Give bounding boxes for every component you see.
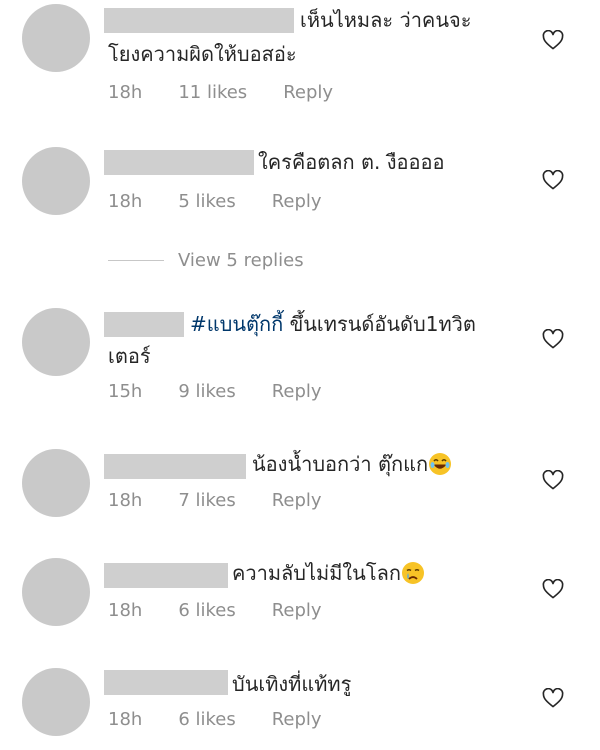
avatar[interactable]: [22, 308, 90, 376]
view-replies-button[interactable]: View 5 replies: [108, 250, 304, 271]
comment-likes[interactable]: 7 likes: [178, 490, 235, 512]
avatar[interactable]: [22, 558, 90, 626]
comment-meta: 15h 9 likes Reply: [108, 381, 358, 403]
view-replies-divider: [108, 260, 164, 261]
comment-time: 18h: [108, 82, 143, 103]
comment-time: 15h: [108, 381, 143, 402]
username-redacted[interactable]: [104, 8, 294, 33]
username-redacted[interactable]: [104, 670, 228, 695]
reply-button[interactable]: Reply: [272, 709, 322, 731]
avatar[interactable]: [22, 147, 90, 215]
comment-text-line: น้องน้ำบอกว่า ตุ๊กแก: [252, 452, 429, 476]
username-redacted[interactable]: [104, 150, 254, 175]
reply-button[interactable]: Reply: [272, 490, 322, 512]
comment-likes[interactable]: 5 likes: [178, 191, 235, 213]
comment-text: บันเทิงที่แท้ทรู: [232, 668, 351, 700]
comment-text: โยงความผิดให้บอสอ่ะ: [108, 38, 297, 70]
comment-time: 18h: [108, 490, 143, 511]
avatar[interactable]: [22, 668, 90, 736]
username-redacted[interactable]: [104, 312, 184, 337]
reply-button[interactable]: Reply: [272, 191, 322, 213]
comment-time: 18h: [108, 191, 143, 212]
comment-text: เตอร์: [108, 340, 151, 372]
comment-text-line: ขึ้นเทรนด์อันดับ1ทวิต: [283, 312, 476, 336]
comment-meta: 18h 11 likes Reply: [108, 82, 369, 104]
comment-text-line: ความลับไม่มีในโลก: [232, 561, 401, 585]
heart-icon[interactable]: [542, 579, 564, 599]
comment-text-line: บันเทิงที่แท้ทรู: [232, 672, 352, 696]
comment-text: เห็นไหมละ ว่าคนจะ: [300, 4, 471, 36]
crying-emoji-icon: [401, 562, 424, 584]
reply-button[interactable]: Reply: [272, 600, 322, 622]
comment-likes[interactable]: 11 likes: [178, 82, 247, 104]
comment-likes[interactable]: 9 likes: [178, 381, 235, 403]
comment-time: 18h: [108, 709, 143, 730]
comment-meta: 18h 6 likes Reply: [108, 709, 358, 731]
comment-text-line: โยงความผิดให้บอสอ่ะ: [108, 42, 297, 66]
username-redacted[interactable]: [104, 563, 228, 588]
heart-icon[interactable]: [542, 30, 564, 50]
laughing-emoji-icon: [429, 453, 452, 475]
hashtag-link[interactable]: #แบนตุ๊กกี้: [190, 312, 283, 336]
reply-button[interactable]: Reply: [283, 82, 333, 104]
comment-likes[interactable]: 6 likes: [178, 600, 235, 622]
heart-icon[interactable]: [542, 688, 564, 708]
heart-icon[interactable]: [542, 329, 564, 349]
comment-text-line: เห็นไหมละ ว่าคนจะ: [300, 8, 472, 32]
comment-meta: 18h 5 likes Reply: [108, 191, 358, 213]
comment-text: ความลับไม่มีในโลก: [232, 557, 425, 589]
view-replies-label: View 5 replies: [178, 250, 304, 271]
avatar[interactable]: [22, 449, 90, 517]
heart-icon[interactable]: [542, 470, 564, 490]
comment-text: ใครคือตลก ต. งืออออ: [258, 146, 445, 178]
comment-meta: 18h 6 likes Reply: [108, 600, 358, 622]
heart-icon[interactable]: [542, 170, 564, 190]
comment-likes[interactable]: 6 likes: [178, 709, 235, 731]
comment-meta: 18h 7 likes Reply: [108, 490, 358, 512]
comment-text: น้องน้ำบอกว่า ตุ๊กแก: [252, 448, 452, 480]
comment-text: #แบนตุ๊กกี้ ขึ้นเทรนด์อันดับ1ทวิต: [190, 308, 476, 340]
comment-time: 18h: [108, 600, 143, 621]
comment-text-line: ใครคือตลก ต. งืออออ: [258, 150, 445, 174]
username-redacted[interactable]: [104, 454, 246, 479]
comment-text-line: เตอร์: [108, 344, 151, 368]
reply-button[interactable]: Reply: [272, 381, 322, 403]
avatar[interactable]: [22, 4, 90, 72]
